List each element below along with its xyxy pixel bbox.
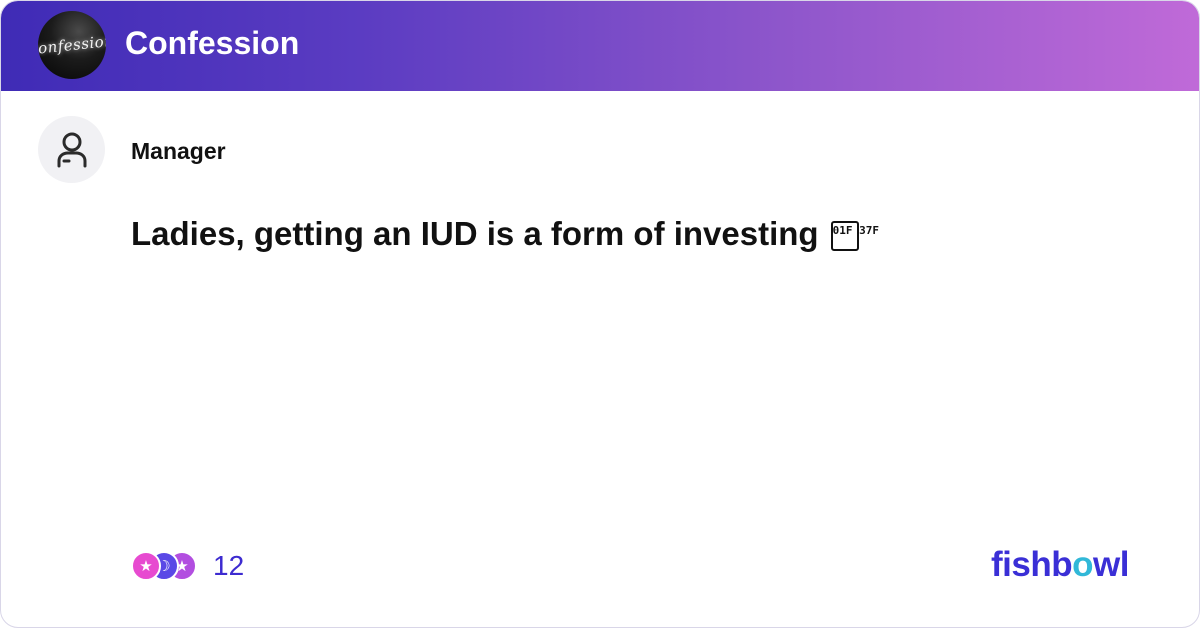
missing-emoji-glyph: 01F 37F (830, 221, 879, 252)
post-text-content: Ladies, getting an IUD is a form of inve… (131, 215, 819, 252)
brand-text-prefix: fishb (991, 545, 1073, 584)
reactions[interactable]: ★ ☽ ★ 12 (131, 549, 244, 583)
post-card[interactable]: confession Confession Manager Ladies, ge… (0, 0, 1200, 628)
user-icon (57, 132, 86, 167)
brand-text-suffix: wl (1093, 545, 1129, 584)
bowl-logo[interactable]: confession (38, 11, 106, 79)
bowl-title[interactable]: Confession (125, 25, 299, 62)
avatar[interactable] (38, 116, 105, 183)
bowl-header[interactable]: confession Confession (1, 1, 1199, 91)
reaction-icons: ★ ☽ ★ (131, 550, 199, 582)
bowl-logo-text: confession (38, 31, 106, 59)
post-text: Ladies, getting an IUD is a form of inve… (131, 215, 879, 253)
reaction-count: 12 (213, 550, 245, 581)
brand-text-o: o (1072, 545, 1093, 584)
fishbowl-logo[interactable]: fishbowl (991, 545, 1129, 585)
star-reaction-icon: ★ (131, 551, 161, 581)
author-name[interactable]: Manager (131, 138, 226, 165)
